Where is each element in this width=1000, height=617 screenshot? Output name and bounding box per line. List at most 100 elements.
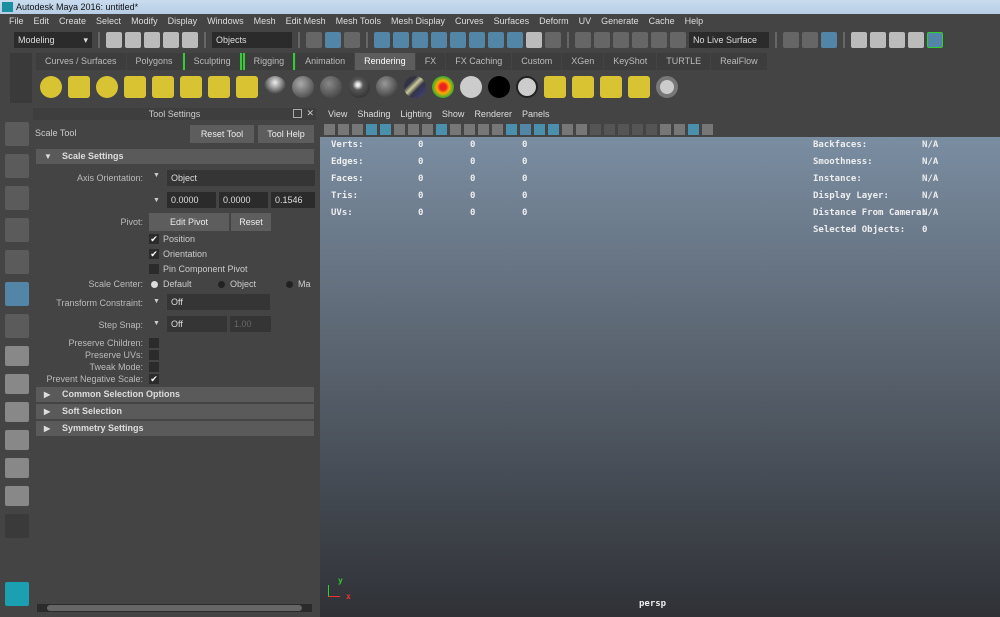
menu-select[interactable]: Select — [91, 14, 126, 29]
reset-pivot-button[interactable]: Reset — [231, 213, 271, 231]
film-gate-icon[interactable] — [422, 123, 433, 135]
custom-layout-icon[interactable] — [4, 514, 29, 538]
transform-constraint-dropdown[interactable]: Off — [167, 294, 270, 310]
symmetry-settings-section[interactable]: ▶ Symmetry Settings — [36, 421, 314, 436]
bake-target-icon[interactable] — [656, 76, 678, 98]
render-settings-icon[interactable] — [908, 32, 924, 48]
open-scene-icon[interactable] — [125, 32, 141, 48]
textured-icon[interactable] — [562, 123, 573, 135]
common-selection-options-section[interactable]: ▶ Common Selection Options — [36, 387, 314, 402]
perspective-view[interactable]: Verts: 0 0 0 Edges: 0 0 0 Faces: 0 0 0 Tris: 0 0 0 UVs: 0… — [320, 137, 1000, 617]
last-tool-icon[interactable] — [4, 314, 29, 338]
persp-graph-layout-icon[interactable] — [4, 430, 29, 450]
field-chart-icon[interactable] — [464, 123, 475, 135]
snap-magnet-icon[interactable] — [670, 32, 686, 48]
selection-mask-dropdown[interactable]: Objects — [212, 32, 292, 48]
menu-edit-mesh[interactable]: Edit Mesh — [281, 14, 331, 29]
tab-rigging[interactable]: Rigging — [242, 53, 296, 70]
ramp-shader-icon[interactable] — [432, 76, 454, 98]
step-snap-dropdown[interactable]: Off — [167, 316, 227, 332]
wireframe-icon[interactable] — [506, 123, 517, 135]
move-tool-icon[interactable] — [4, 218, 29, 242]
shelf-menu-side[interactable] — [10, 53, 32, 103]
float-panel-icon[interactable] — [293, 109, 302, 118]
live-surface-field[interactable]: No Live Surface — [689, 32, 769, 48]
render-view-icon[interactable] — [851, 32, 867, 48]
tab-realflow[interactable]: RealFlow — [711, 53, 767, 70]
lasso-tool-icon[interactable] — [4, 154, 29, 178]
soft-selection-section[interactable]: ▶ Soft Selection — [36, 404, 314, 419]
menu-curves[interactable]: Curves — [450, 14, 489, 29]
tab-custom[interactable]: Custom — [512, 53, 562, 70]
edit-pivot-button[interactable]: Edit Pivot — [149, 213, 229, 231]
horizontal-scrollbar[interactable] — [37, 604, 312, 612]
tool-help-button[interactable]: Tool Help — [258, 125, 314, 143]
render-sequence-icon[interactable] — [544, 76, 566, 98]
input-ops-icon[interactable] — [783, 32, 799, 48]
position-checkbox[interactable]: ✔ — [149, 234, 159, 244]
xray-active-components-icon[interactable] — [688, 123, 699, 135]
snap-curve-icon[interactable] — [594, 32, 610, 48]
viewport-menu-view[interactable]: View — [323, 108, 352, 121]
ambient-light-icon[interactable] — [40, 76, 62, 98]
select-component-icon[interactable] — [344, 32, 360, 48]
mask-rendering-icon[interactable] — [488, 32, 504, 48]
tab-xgen[interactable]: XGen — [562, 53, 604, 70]
menu-display[interactable]: Display — [163, 14, 203, 29]
step-snap-value-field[interactable]: 1.00 — [230, 316, 271, 332]
xray-joints-icon[interactable] — [702, 123, 713, 135]
pin-component-pivot-checkbox[interactable] — [149, 264, 159, 274]
mask-surfaces-icon[interactable] — [431, 32, 447, 48]
orientation-checkbox[interactable]: ✔ — [149, 249, 159, 259]
resolution-gate-icon[interactable] — [436, 123, 447, 135]
paint-select-tool-icon[interactable] — [4, 186, 29, 210]
anti-aliasing-icon[interactable] — [632, 123, 643, 135]
gate-mask-icon[interactable] — [450, 123, 461, 135]
menu-deform[interactable]: Deform — [534, 14, 574, 29]
tab-turtle[interactable]: TURTLE — [657, 53, 711, 70]
grease-pencil-icon[interactable] — [394, 123, 405, 135]
chevron-down-icon[interactable]: ▼ — [153, 172, 160, 179]
reset-tool-button[interactable]: Reset Tool — [190, 125, 254, 143]
tab-keyshot[interactable]: KeyShot — [604, 53, 657, 70]
camera-aim-icon[interactable] — [208, 76, 230, 98]
grid-icon[interactable] — [408, 123, 419, 135]
menu-generate[interactable]: Generate — [596, 14, 644, 29]
menu-modify[interactable]: Modify — [126, 14, 163, 29]
blinn-material-icon[interactable] — [292, 76, 314, 98]
scale-settings-section[interactable]: ▼ Scale Settings — [36, 149, 314, 164]
select-object-icon[interactable] — [325, 32, 341, 48]
mode-dropdown[interactable]: Modeling ▾ — [14, 32, 92, 48]
tweak-mode-checkbox[interactable] — [149, 362, 159, 372]
layered-shader-icon[interactable] — [404, 76, 426, 98]
depth-of-field-icon[interactable] — [646, 123, 657, 135]
mask-curves-icon[interactable] — [412, 32, 428, 48]
image-plane-icon[interactable] — [366, 123, 377, 135]
scale-tool-icon[interactable] — [4, 282, 29, 306]
new-scene-icon[interactable] — [106, 32, 122, 48]
scale-center-default-radio[interactable] — [151, 281, 158, 288]
shadows-icon[interactable] — [590, 123, 601, 135]
menu-help[interactable]: Help — [680, 14, 709, 29]
point-light-icon[interactable] — [96, 76, 118, 98]
menu-uv[interactable]: UV — [574, 14, 597, 29]
xray-icon[interactable] — [674, 123, 685, 135]
persp-outliner-layout-icon[interactable] — [4, 402, 29, 422]
snap-surface-icon[interactable] — [651, 32, 667, 48]
tab-fx[interactable]: FX — [415, 53, 446, 70]
select-tool-icon[interactable] — [4, 122, 29, 146]
menu-windows[interactable]: Windows — [202, 14, 249, 29]
select-hierarchy-icon[interactable] — [306, 32, 322, 48]
tab-curves-surfaces[interactable]: Curves / Surfaces — [36, 53, 126, 70]
mask-dynamics-icon[interactable] — [469, 32, 485, 48]
snap-point-icon[interactable] — [613, 32, 629, 48]
shading-map-icon[interactable] — [460, 76, 482, 98]
isolate-select-icon[interactable] — [660, 123, 671, 135]
tab-animation[interactable]: Animation — [296, 53, 355, 70]
bookmark-icon[interactable] — [352, 123, 363, 135]
prevent-negative-scale-checkbox[interactable]: ✔ — [149, 374, 159, 384]
mask-deformations-icon[interactable] — [450, 32, 466, 48]
phong-material-icon[interactable] — [348, 76, 370, 98]
volume-light-icon[interactable] — [180, 76, 202, 98]
output-ops-icon[interactable] — [802, 32, 818, 48]
